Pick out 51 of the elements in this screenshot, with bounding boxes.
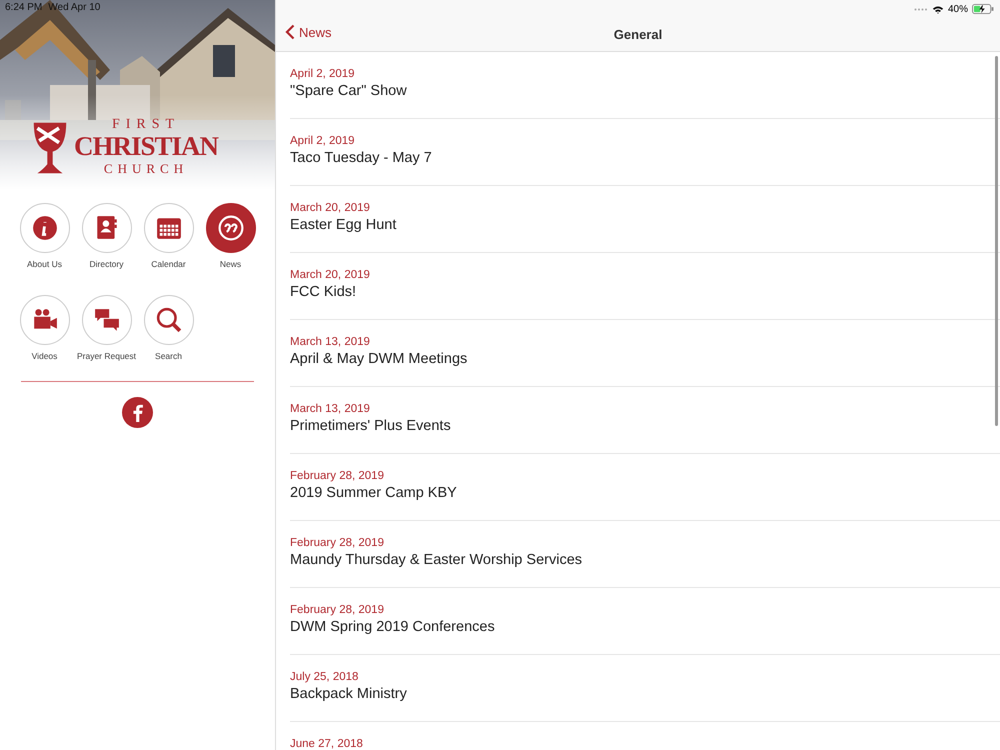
news-title: Maundy Thursday & Easter Worship Services bbox=[290, 552, 584, 568]
battery-icon bbox=[972, 4, 994, 14]
logo-church: CHURCH bbox=[104, 162, 188, 175]
news-title: Taco Tuesday - May 7 bbox=[290, 150, 433, 166]
news-title: Backpack Ministry bbox=[290, 686, 408, 702]
menu-label: News bbox=[218, 260, 242, 270]
news-title: 2019 Summer Camp KBY bbox=[290, 485, 458, 501]
news-title: Primetimers' Plus Events bbox=[290, 418, 452, 434]
battery-percent: 40% bbox=[948, 4, 968, 14]
news-date: April 2, 2019 bbox=[290, 68, 356, 80]
search-icon bbox=[156, 307, 182, 333]
news-item[interactable]: February 28, 2019 Maundy Thursday & Easter Worship Services bbox=[290, 521, 1000, 588]
menu-label: Videos bbox=[30, 352, 58, 362]
back-button[interactable]: News bbox=[285, 24, 332, 40]
news-title: Easter Egg Hunt bbox=[290, 217, 398, 233]
news-item[interactable]: February 28, 2019 2019 Summer Camp KBY bbox=[290, 454, 1000, 521]
logo-first: FIRST bbox=[112, 118, 180, 132]
news-item[interactable]: July 25, 2018 Backpack Ministry bbox=[290, 655, 1000, 722]
news-date: June 27, 2018 bbox=[290, 738, 364, 750]
news-item[interactable]: June 27, 2018 bbox=[290, 722, 1000, 750]
menu-label: Calendar bbox=[150, 260, 187, 270]
news-title: DWM Spring 2019 Conferences bbox=[290, 619, 496, 635]
menu-label: About Us bbox=[26, 260, 63, 270]
facebook-button[interactable] bbox=[122, 397, 153, 428]
news-date: March 20, 2019 bbox=[290, 202, 371, 214]
news-item[interactable]: February 28, 2019 DWM Spring 2019 Conferences bbox=[290, 588, 1000, 655]
quote-icon bbox=[218, 215, 244, 241]
page-title: General bbox=[614, 27, 662, 42]
chevron-left-icon bbox=[285, 24, 295, 40]
news-title: "Spare Car" Show bbox=[290, 83, 408, 99]
wifi-icon bbox=[932, 4, 944, 14]
news-date: March 13, 2019 bbox=[290, 403, 371, 415]
status-time: 6:24 PM bbox=[5, 2, 42, 13]
menu-label: Directory bbox=[88, 260, 124, 270]
menu-label: Search bbox=[154, 352, 183, 362]
chat-bubbles-icon bbox=[94, 307, 120, 333]
logo-christian: CHRISTIAN bbox=[74, 133, 218, 160]
news-date: February 28, 2019 bbox=[290, 470, 385, 482]
news-date: March 20, 2019 bbox=[290, 269, 371, 281]
news-date: February 28, 2019 bbox=[290, 604, 385, 616]
info-icon bbox=[32, 215, 58, 241]
news-date: February 28, 2019 bbox=[290, 537, 385, 549]
news-title: April & May DWM Meetings bbox=[290, 351, 468, 367]
news-date: July 25, 2018 bbox=[290, 671, 360, 683]
news-date: April 2, 2019 bbox=[290, 135, 356, 147]
facebook-icon bbox=[132, 404, 143, 422]
menu-label: Prayer Request bbox=[76, 352, 136, 362]
menu-button[interactable] bbox=[206, 203, 256, 253]
news-title: FCC Kids! bbox=[290, 284, 358, 300]
news-date: March 13, 2019 bbox=[290, 336, 371, 348]
signal-icon bbox=[914, 8, 928, 10]
